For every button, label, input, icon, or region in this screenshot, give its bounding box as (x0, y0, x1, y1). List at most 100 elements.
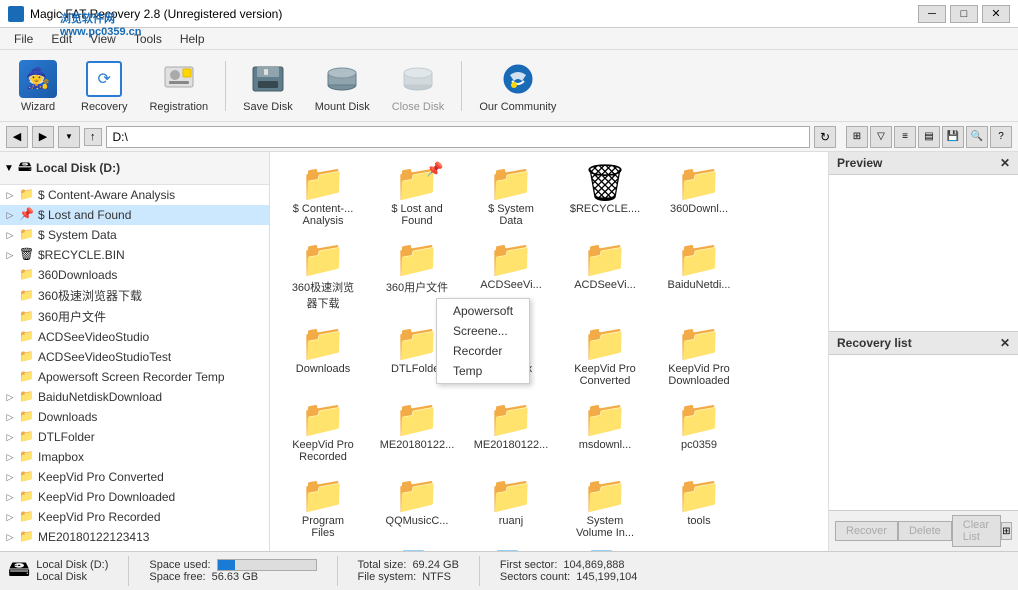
file-item-qqmusic[interactable]: 📁 QQMusicC... (372, 472, 462, 544)
community-button[interactable]: Our Community (470, 54, 565, 118)
dropdown-button[interactable]: ▼ (58, 126, 80, 148)
tree-item-me20180122[interactable]: ▷ 📁 ME20180122123413 (0, 527, 269, 547)
file-grid: 📁 $ Content-...Analysis 📁 📌 $ Lost andFo… (270, 152, 828, 551)
wizard-button[interactable]: 🧙 Wizard (8, 54, 68, 118)
tree-item-keepvid-converted[interactable]: ▷ 📁 KeepVid Pro Converted (0, 467, 269, 487)
file-label: ACDSeeVi... (480, 279, 542, 291)
help-button[interactable]: ? (990, 126, 1012, 148)
tree-item-imapbox[interactable]: ▷ 📁 Imapbox (0, 447, 269, 467)
file-item-360browser[interactable]: 📁 360极速浏览器下载 (278, 236, 368, 316)
folder-icon: 📁 (19, 409, 35, 425)
tree-item-360user[interactable]: 📁 360用户文件 (0, 306, 269, 327)
close-disk-button[interactable]: Close Disk (383, 54, 454, 118)
file-item-ruanj[interactable]: 📁 ruanj (466, 472, 556, 544)
file-item-recycle[interactable]: 🗑 $RECYCLE.... (560, 160, 650, 232)
back-button[interactable]: ◀ (6, 126, 28, 148)
tooltip-item-screene[interactable]: Screene... (437, 321, 529, 341)
tree-item-acdseevideo[interactable]: 📁 ACDSeeVideoStudio (0, 327, 269, 347)
up-button[interactable]: ↑ (84, 128, 102, 146)
maximize-button[interactable]: □ (950, 5, 978, 23)
file-item-msdia80[interactable]: 📄 msdia80.dll (372, 548, 462, 551)
menu-help[interactable]: Help (172, 30, 213, 48)
file-item-me20180122-1[interactable]: 📁 ME20180122... (372, 396, 462, 468)
file-item-keepvid-downloaded[interactable]: 📁 KeepVid ProDownloaded (654, 320, 744, 392)
menu-view[interactable]: View (82, 30, 124, 48)
registration-button[interactable]: Registration (140, 54, 217, 118)
go-button[interactable]: ↻ (814, 126, 836, 148)
close-button[interactable]: ✕ (982, 5, 1010, 23)
status-disk-info: Local Disk (D:) Local Disk (36, 559, 108, 583)
tree-item-system-data[interactable]: ▷ 📁 $ System Data (0, 225, 269, 245)
tree-item-label: KeepVid Pro Recorded (38, 510, 161, 524)
tree-item-360browser[interactable]: 📁 360极速浏览器下载 (0, 285, 269, 306)
tree-item-360downloads[interactable]: 📁 360Downloads (0, 265, 269, 285)
file-label: KeepVid ProDownloaded (668, 363, 730, 387)
tree-item-lost-found[interactable]: ▷ 📌 $ Lost and Found (0, 205, 269, 225)
menu-tools[interactable]: Tools (126, 30, 170, 48)
tree-item-content-analysis[interactable]: ▷ 📁 $ Content-Aware Analysis (0, 185, 269, 205)
delete-button[interactable]: Delete (898, 521, 952, 541)
preview-close-button[interactable]: ✕ (1000, 156, 1010, 170)
address-input[interactable] (106, 126, 811, 148)
file-item-baidu[interactable]: 📁 BaiduNetdi... (654, 236, 744, 316)
total-size-val: 69.24 GB (412, 559, 458, 571)
folder-icon: 📁 (19, 369, 35, 385)
tooltip-item-recorder[interactable]: Recorder (437, 341, 529, 361)
file-item-360downloads[interactable]: 📁 360Downl... (654, 160, 744, 232)
minimize-button[interactable]: ─ (918, 5, 946, 23)
recovery-close-button[interactable]: ✕ (1000, 336, 1010, 350)
tree-item-baidu[interactable]: ▷ 📁 BaiduNetdiskDownload (0, 387, 269, 407)
file-label: tools (687, 515, 710, 527)
file-item-wegame[interactable]: 📁 WeGame (278, 548, 368, 551)
file-item-timeline[interactable]: 📄 Timeline DiskCaching (466, 548, 556, 551)
file-item-me20180122-2[interactable]: 📁 ME20180122... (466, 396, 556, 468)
file-item-acdsee2[interactable]: 📁 ACDSeeVi... (560, 236, 650, 316)
recovery-button[interactable]: ⟳ Recovery (72, 54, 136, 118)
clear-list-button[interactable]: Clear List (952, 515, 1001, 547)
tree-item-downloads[interactable]: ▷ 📁 Downloads (0, 407, 269, 427)
save-disk-button[interactable]: Save Disk (234, 54, 302, 118)
file-item-tools[interactable]: 📁 tools (654, 472, 744, 544)
file-item-downloads[interactable]: 📁 Downloads (278, 320, 368, 392)
view-list-button[interactable]: ≡ (894, 126, 916, 148)
file-item-program-files[interactable]: 📁 ProgramFiles (278, 472, 368, 544)
folder-icon: 📁 (301, 401, 346, 437)
file-item-system-volume[interactable]: 📁 SystemVolume In... (560, 472, 650, 544)
menu-edit[interactable]: Edit (43, 30, 80, 48)
folder-icon: 📁 (301, 165, 346, 201)
folder-pin-icon: 📌 (19, 207, 35, 223)
mount-disk-button[interactable]: Mount Disk (306, 54, 379, 118)
sectors-count-val: 145,199,104 (576, 571, 637, 583)
filter-button[interactable]: ▽ (870, 126, 892, 148)
tooltip-item-apowersoft[interactable]: Apowersoft (437, 301, 529, 321)
file-item-wint[interactable]: 📄 wint.dli (560, 548, 650, 551)
menu-file[interactable]: File (6, 30, 41, 48)
first-sector-label: First sector: (500, 559, 557, 571)
file-item-content-analysis[interactable]: 📁 $ Content-...Analysis (278, 160, 368, 232)
file-item-keepvid-recorded[interactable]: 📁 KeepVid ProRecorded (278, 396, 368, 468)
search-button[interactable]: 🔍 (966, 126, 988, 148)
recover-button[interactable]: Recover (835, 521, 898, 541)
forward-button[interactable]: ▶ (32, 126, 54, 148)
folder-icon: 📁 (583, 325, 628, 361)
tooltip-item-temp[interactable]: Temp (437, 361, 529, 381)
tree-item-label: 360极速浏览器下载 (38, 287, 142, 304)
tree-item-keepvid-downloaded[interactable]: ▷ 📁 KeepVid Pro Downloaded (0, 487, 269, 507)
file-item-system-data[interactable]: 📁 $ SystemData (466, 160, 556, 232)
tree-item-keepvid-recorded[interactable]: ▷ 📁 KeepVid Pro Recorded (0, 507, 269, 527)
save-button[interactable]: 💾 (942, 126, 964, 148)
file-label: 360Downl... (670, 203, 728, 215)
file-item-pc0359[interactable]: 📁 pc0359 (654, 396, 744, 468)
sectors-count-label: Sectors count: (500, 571, 570, 583)
recovery-options-button[interactable]: ⊞ (1001, 522, 1012, 540)
view-detail-button[interactable]: ▤ (918, 126, 940, 148)
file-item-lost-found[interactable]: 📁 📌 $ Lost andFound (372, 160, 462, 232)
tree-item-apowersoft[interactable]: 📁 Apowersoft Screen Recorder Temp (0, 367, 269, 387)
file-label: ME20180122... (380, 439, 455, 451)
tree-item-recycle[interactable]: ▷ 🗑 $RECYCLE.BIN (0, 245, 269, 265)
tree-item-dtlfolder[interactable]: ▷ 📁 DTLFolder (0, 427, 269, 447)
view-grid-button[interactable]: ⊞ (846, 126, 868, 148)
file-item-msdownload[interactable]: 📁 msdownl... (560, 396, 650, 468)
tree-item-acdseevideotest[interactable]: 📁 ACDSeeVideoStudioTest (0, 347, 269, 367)
file-item-keepvid-converted[interactable]: 📁 KeepVid ProConverted (560, 320, 650, 392)
